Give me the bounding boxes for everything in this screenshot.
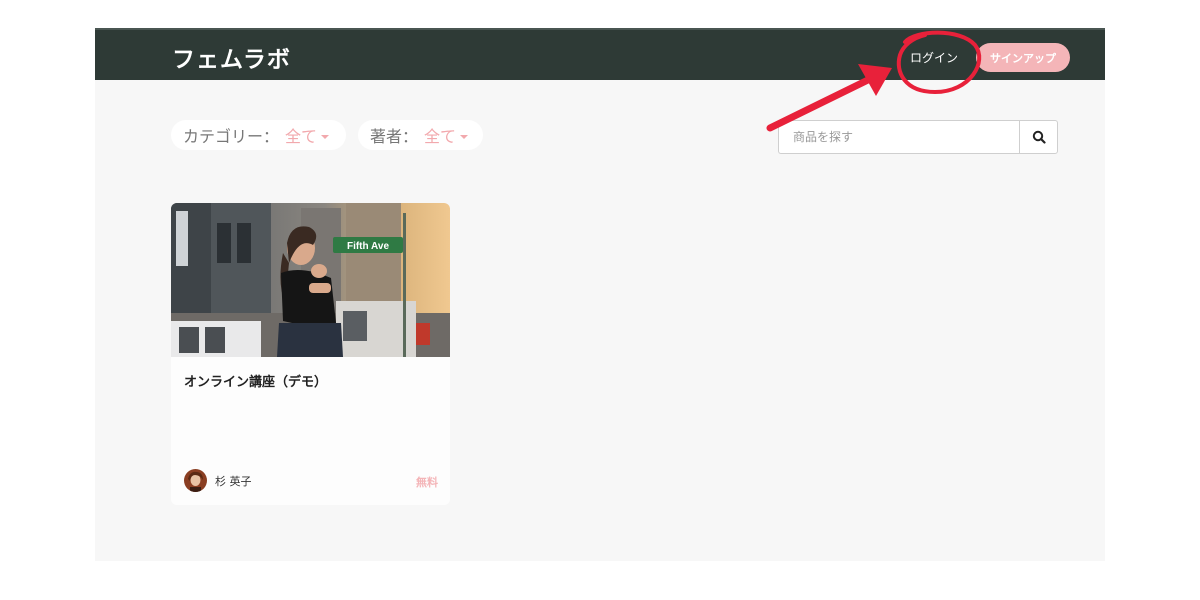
caret-down-icon: [321, 134, 330, 139]
app-frame: フェムラボ ログイン サインアップ カテゴリー： 全て 著者： 全て 商品を探す…: [95, 28, 1105, 561]
street-sign-text: Fifth Ave: [347, 241, 389, 252]
login-link[interactable]: ログイン: [910, 49, 958, 66]
product-author: 杉 英子: [184, 469, 252, 492]
search-input[interactable]: [778, 120, 1019, 154]
signup-button[interactable]: サインアップ: [976, 43, 1070, 72]
price-badge: 無料: [416, 476, 438, 489]
product-card[interactable]: Fifth Ave オンライン講座（デモ） 杉 英子 無料: [171, 203, 450, 505]
product-thumbnail: Fifth Ave: [171, 203, 450, 357]
product-search: [778, 120, 1058, 154]
top-navbar: フェムラボ ログイン サインアップ: [95, 28, 1105, 80]
author-name: 杉 英子: [215, 474, 252, 488]
author-filter-value: 全て: [424, 127, 457, 146]
avatar: [184, 469, 207, 492]
author-filter[interactable]: 著者： 全て: [358, 120, 483, 150]
author-filter-label: 著者：: [370, 127, 419, 146]
search-icon: [1032, 130, 1046, 144]
category-filter[interactable]: カテゴリー： 全て: [171, 120, 346, 150]
product-title[interactable]: オンライン講座（デモ）: [184, 371, 327, 390]
search-button[interactable]: [1019, 120, 1058, 154]
brand-logo[interactable]: フェムラボ: [172, 40, 291, 74]
caret-down-icon: [460, 134, 469, 139]
category-filter-value: 全て: [285, 127, 318, 146]
signup-button-label: サインアップ: [990, 51, 1056, 65]
category-filter-label: カテゴリー：: [183, 127, 280, 146]
